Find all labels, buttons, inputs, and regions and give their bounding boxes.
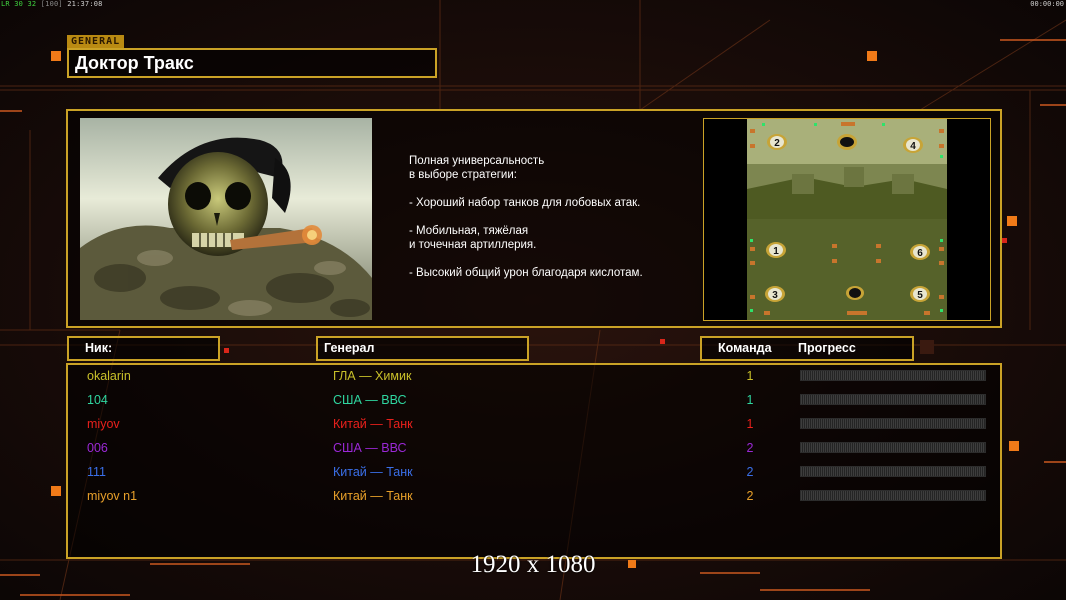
player-general: США — ВВС (333, 441, 407, 455)
svg-text:3: 3 (772, 290, 778, 301)
general-description: Полная универсальность в выборе стратеги… (409, 154, 689, 280)
map-start-4: 4 (903, 137, 923, 153)
map-start-6: 6 (910, 244, 930, 260)
svg-text:6: 6 (917, 248, 923, 259)
header-team: Команда (718, 341, 772, 355)
general-tag: GENERAL (67, 35, 125, 48)
header-progress: Прогресс (798, 341, 856, 355)
player-progress-bar (800, 418, 986, 429)
player-progress-bar (800, 442, 986, 453)
map-start-2: 2 (767, 134, 787, 150)
player-team: 2 (746, 441, 754, 455)
player-progress-bar (800, 394, 986, 405)
player-nick: 104 (87, 393, 108, 407)
description-intro-line-1: Полная универсальность (409, 155, 545, 167)
fps-readout: LR 30 32 (1, 0, 37, 8)
description-point-3: - Высокий общий урон благодаря кислотам. (409, 267, 643, 279)
description-point-1: - Хороший набор танков для лобовых атак. (409, 197, 641, 209)
title-box: Доктор Тракс (67, 48, 437, 78)
player-general: Китай — Танк (333, 489, 413, 503)
player-progress-bar (800, 370, 986, 381)
description-point-2-line-1: - Мобильная, тяжёлая (409, 225, 529, 237)
timer-readout: 00:00:00 (1030, 0, 1064, 8)
player-progress-bar (800, 490, 986, 501)
svg-text:5: 5 (917, 290, 923, 301)
description-point-2-line-2: и точечная артиллерия. (409, 239, 537, 251)
player-row: 111 Китай — Танк 2 (68, 462, 1002, 486)
player-general: США — ВВС (333, 393, 407, 407)
map-start-1: 1 (766, 242, 786, 258)
player-row: 006 США — ВВС 2 (68, 438, 1002, 462)
player-team: 1 (746, 393, 754, 407)
counter-readout: [100] (40, 0, 63, 8)
status-bar: LR 30 32 [100] 21:37:08 (1, 0, 103, 8)
player-team: 2 (746, 489, 754, 503)
general-title: Доктор Тракс (75, 53, 194, 73)
general-portrait (80, 118, 372, 320)
svg-text:1: 1 (773, 246, 779, 257)
player-nick: 006 (87, 441, 108, 455)
svg-text:4: 4 (910, 141, 916, 152)
player-general: Китай — Танк (333, 465, 413, 479)
player-nick: okalarin (87, 369, 131, 383)
clock-readout: 21:37:08 (67, 0, 103, 8)
header-nick: Ник: (67, 336, 220, 361)
header-team-progress: Команда Прогресс (700, 336, 914, 361)
player-team: 1 (746, 417, 754, 431)
players-list: okalarin ГЛА — Химик 1 104 США — ВВС 1 m… (66, 363, 1002, 559)
map-start-3: 3 (765, 286, 785, 302)
player-row: miyov n1 Китай — Танк 2 (68, 486, 1002, 510)
player-progress-bar (800, 466, 986, 477)
description-intro-line-2: в выборе стратегии: (409, 169, 517, 181)
player-general: ГЛА — Химик (333, 369, 412, 383)
header-general: Генерал (316, 336, 529, 361)
player-team: 2 (746, 465, 754, 479)
player-row: miyov Китай — Танк 1 (68, 414, 1002, 438)
player-nick: miyov n1 (87, 489, 138, 503)
player-row: 104 США — ВВС 1 (68, 390, 1002, 414)
player-nick: 111 (87, 465, 107, 479)
map-preview: 2 4 1 6 3 5 (703, 118, 991, 321)
svg-text:2: 2 (774, 138, 780, 149)
resolution-label: 1920 x 1080 (470, 551, 596, 578)
map-start-5: 5 (910, 286, 930, 302)
player-general: Китай — Танк (333, 417, 413, 431)
player-team: 1 (746, 369, 754, 383)
player-nick: miyov (87, 417, 120, 431)
player-row: okalarin ГЛА — Химик 1 (68, 366, 1002, 390)
